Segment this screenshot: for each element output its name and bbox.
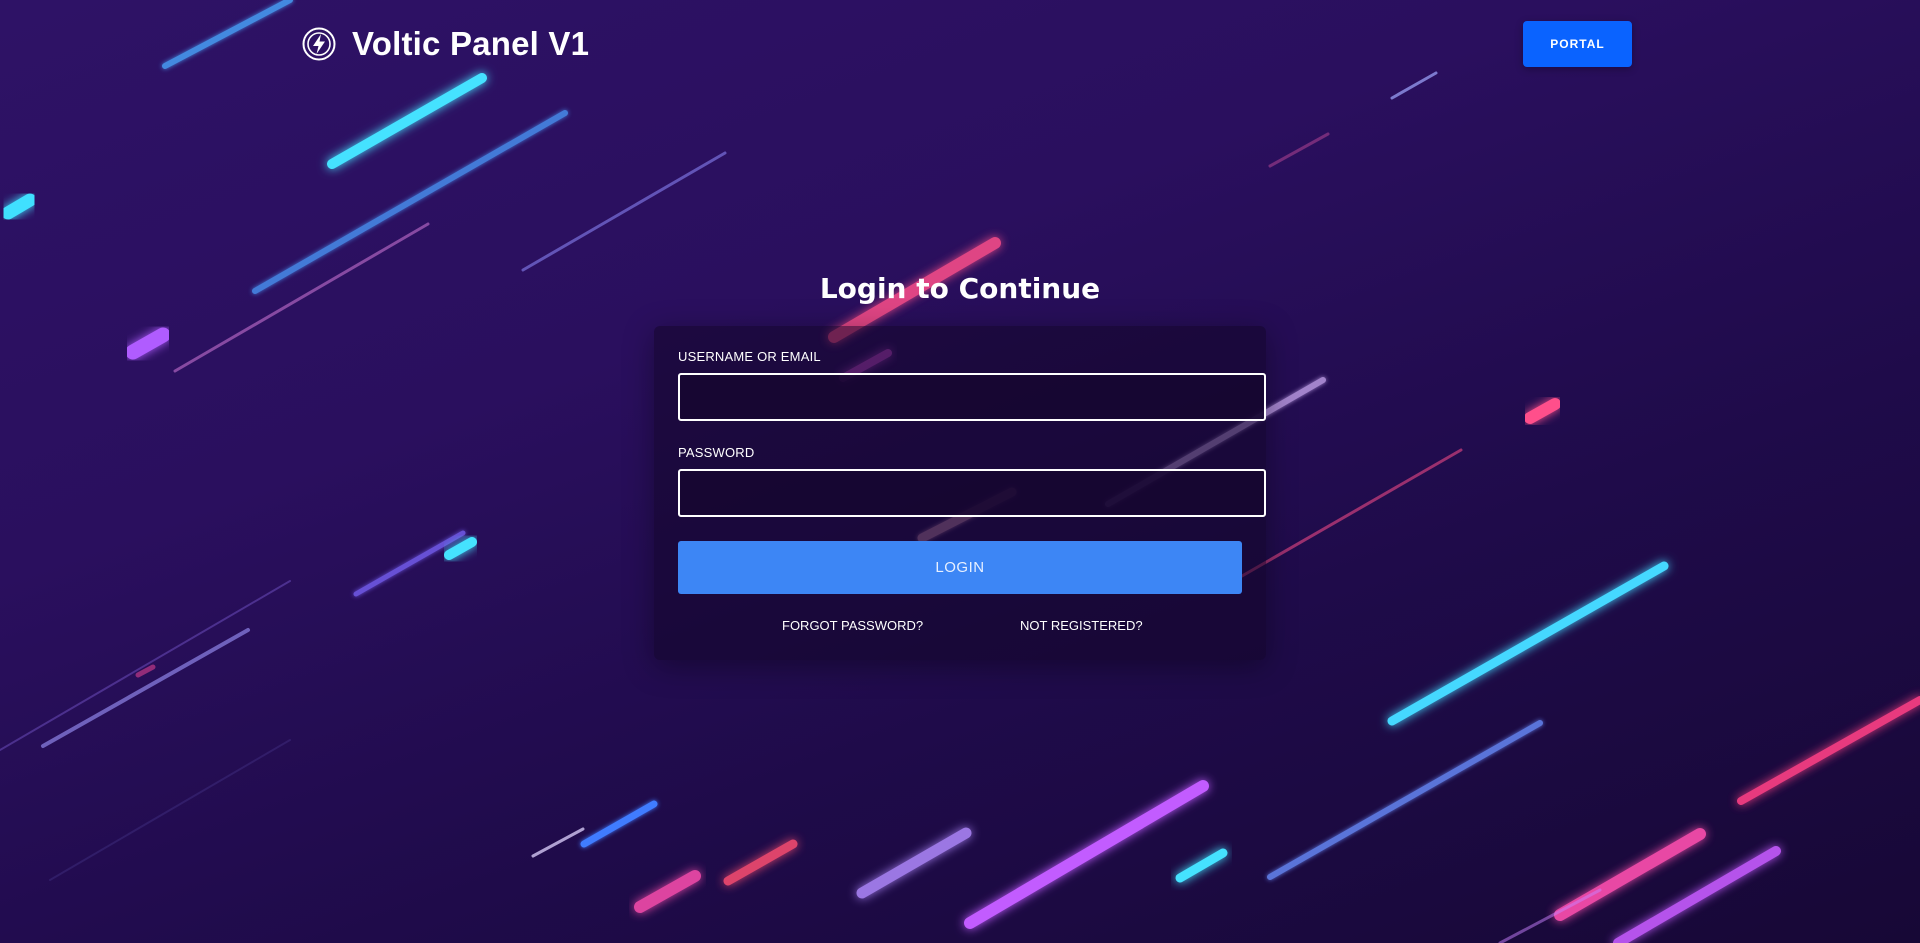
forgot-password-link[interactable]: FORGOT PASSWORD? xyxy=(782,618,923,633)
page-title: Login to Continue xyxy=(819,272,1101,305)
login-button[interactable]: LOGIN xyxy=(678,541,1242,594)
password-input[interactable] xyxy=(678,469,1266,517)
username-input[interactable] xyxy=(678,373,1266,421)
lightning-bolt-badge-icon xyxy=(302,27,336,61)
username-label: USERNAME OR EMAIL xyxy=(678,349,821,364)
password-label: PASSWORD xyxy=(678,445,755,460)
not-registered-link[interactable]: NOT REGISTERED? xyxy=(1020,618,1143,633)
brand-title: Voltic Panel V1 xyxy=(352,25,590,62)
portal-button[interactable]: PORTAL xyxy=(1523,21,1632,67)
login-card: USERNAME OR EMAIL PASSWORD LOGIN FORGOT … xyxy=(654,326,1266,660)
brand[interactable]: Voltic Panel V1 xyxy=(302,22,589,66)
